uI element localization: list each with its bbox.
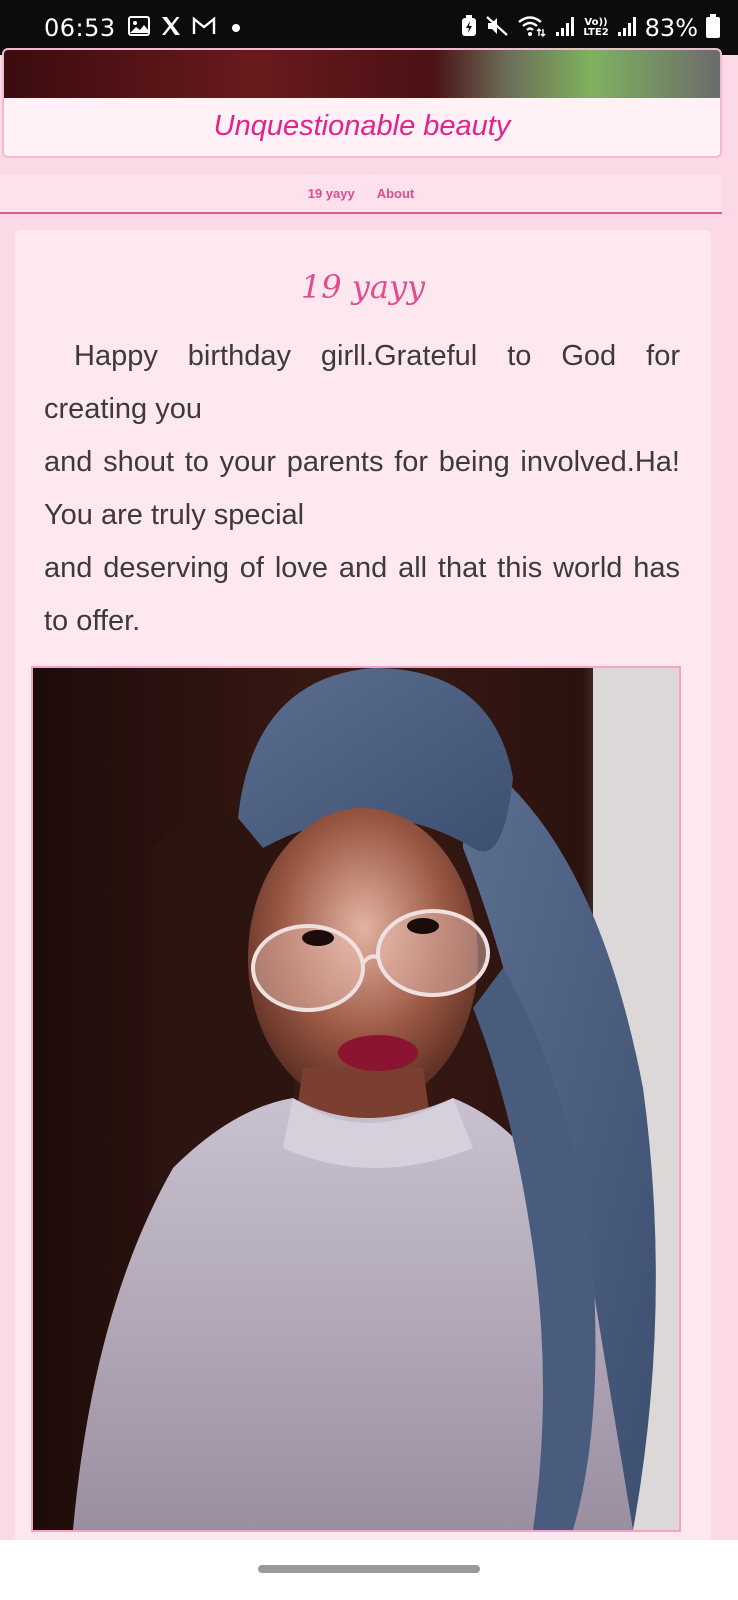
header-banner-image: [4, 50, 720, 98]
post-body: Happy birthday girll.Grateful to God for…: [44, 330, 680, 648]
signal-icon: [617, 15, 637, 41]
status-time: 06:53: [44, 13, 116, 42]
post-paragraph: and deserving of love and all that this …: [44, 552, 680, 637]
post-card: 19 yayy Happy birthday girll.Grateful to…: [15, 230, 711, 1600]
mute-icon: [485, 15, 509, 41]
status-right-icons: Vo)) LTE2 83%: [461, 13, 720, 42]
post-title[interactable]: 19 yayy: [15, 268, 711, 306]
battery-icon: [706, 13, 720, 42]
system-navigation-bar: [0, 1540, 738, 1600]
network-type-label: Vo)) LTE2: [583, 17, 609, 38]
status-bar: 06:53 Vo)) LTE2 83%: [0, 0, 738, 55]
post-paragraph: and shout to your parents for being invo…: [44, 446, 680, 531]
post-paragraph: Happy birthday girll.Grateful to God for…: [44, 340, 680, 425]
x-icon: [160, 15, 182, 41]
battery-percent: 83%: [644, 13, 698, 42]
signal-icon: [555, 15, 575, 41]
blog-title[interactable]: Unquestionable beauty: [4, 110, 720, 143]
battery-saver-icon: [461, 14, 477, 41]
notification-dot-icon: [231, 23, 240, 32]
blog-header: Unquestionable beauty: [2, 48, 722, 158]
gallery-icon: [127, 15, 150, 40]
wifi-icon: [517, 15, 547, 41]
tab-about[interactable]: About: [377, 186, 415, 201]
tab-19-yayy[interactable]: 19 yayy: [308, 186, 355, 201]
post-photo[interactable]: [31, 666, 681, 1532]
home-gesture-handle[interactable]: [258, 1565, 480, 1573]
page-tabs: 19 yayy About: [0, 175, 722, 214]
network-label-bottom: LTE2: [583, 26, 609, 38]
status-left-icons: [127, 15, 240, 41]
gmail-icon: [192, 16, 216, 40]
